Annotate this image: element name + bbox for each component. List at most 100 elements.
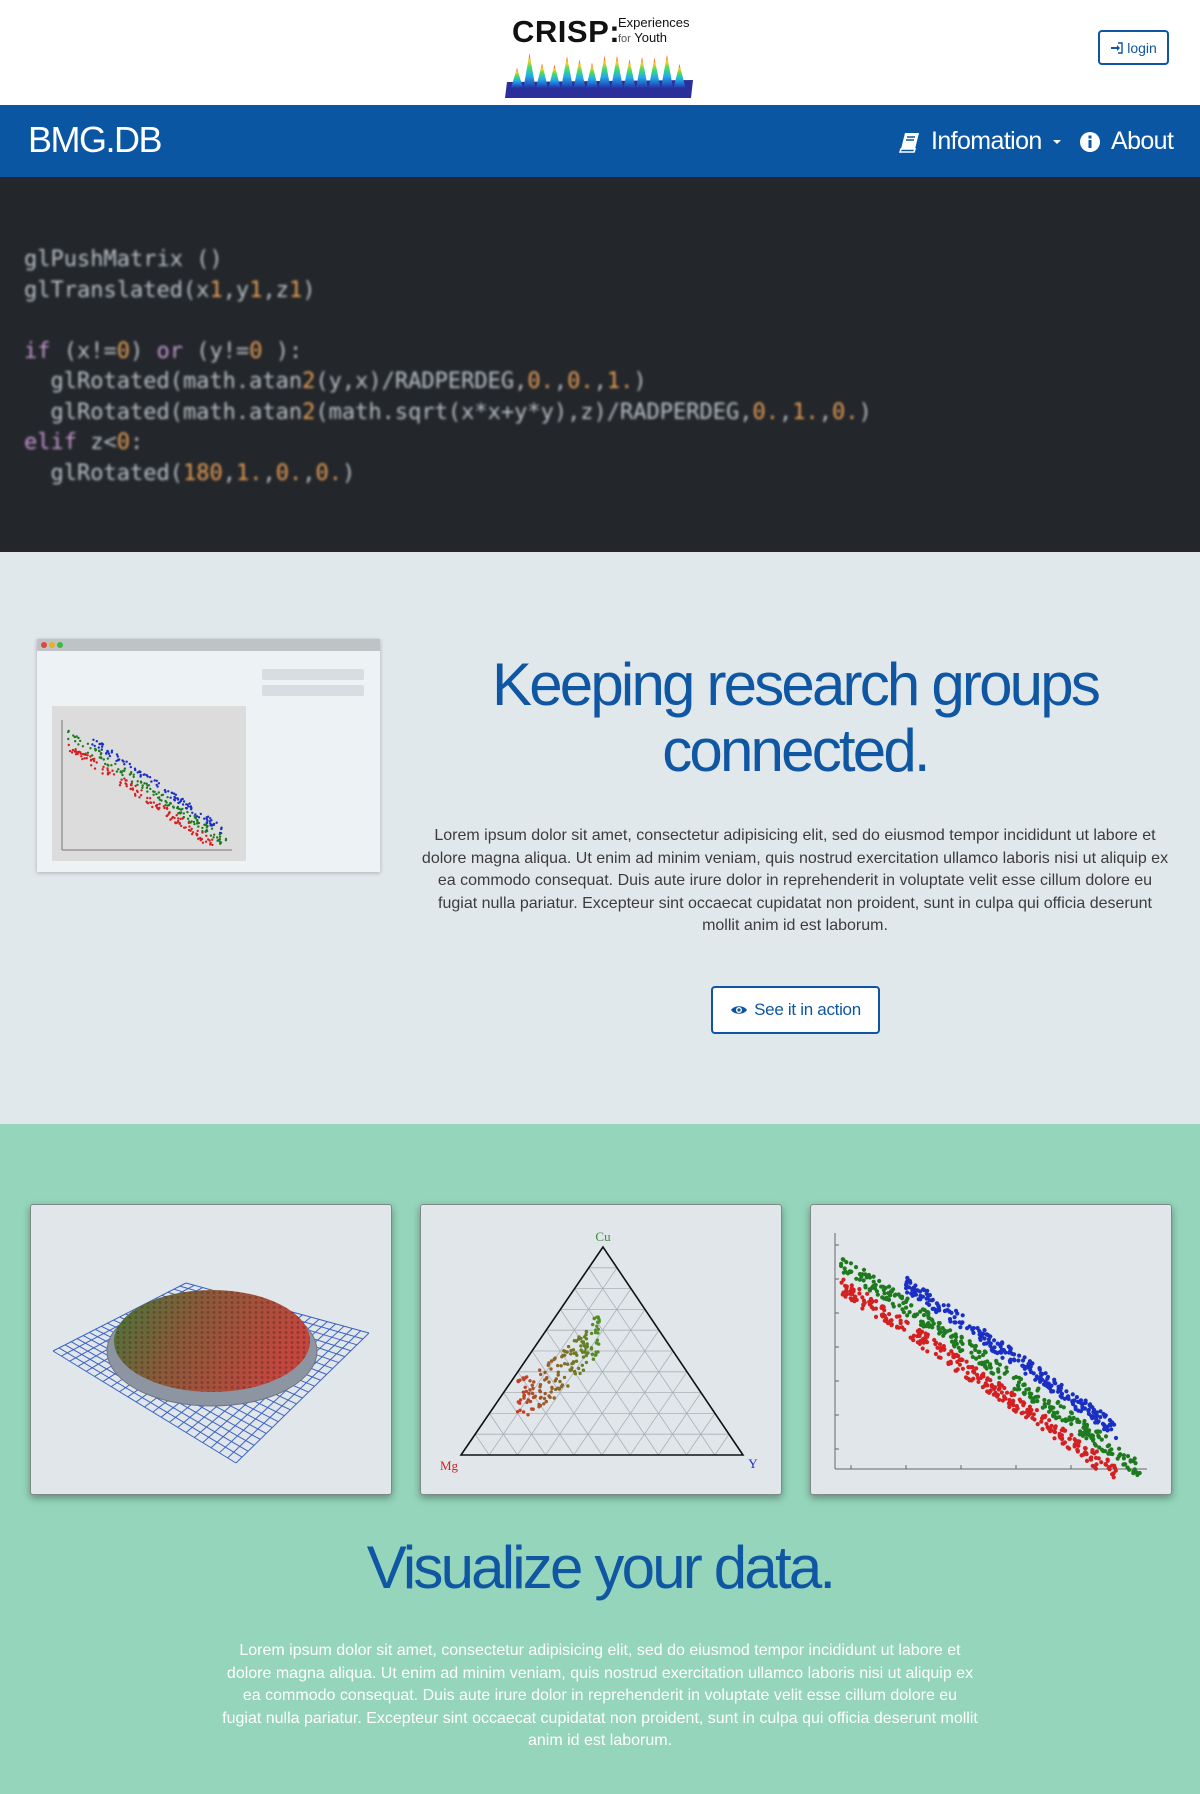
- data-point: [1033, 1377, 1038, 1382]
- data-point: [882, 1313, 887, 1318]
- logo-spike: [636, 57, 648, 88]
- data-point: [565, 1362, 570, 1366]
- data-point: [108, 754, 112, 758]
- data-point: [563, 1353, 567, 1357]
- data-point: [597, 1320, 601, 1324]
- data-point: [199, 839, 202, 842]
- data-point: [134, 794, 137, 797]
- data-point: [979, 1360, 984, 1365]
- crisp-logo[interactable]: CRISP: Experiences for Youth: [505, 10, 695, 100]
- data-point: [963, 1375, 969, 1380]
- data-point: [1082, 1446, 1088, 1451]
- data-point: [70, 751, 74, 754]
- data-point: [973, 1343, 978, 1349]
- data-point: [593, 1353, 598, 1357]
- data-point: [149, 801, 153, 804]
- data-point: [136, 790, 139, 794]
- data-point: [528, 1388, 532, 1392]
- ternary-grid-line: [588, 1267, 716, 1456]
- data-point: [1037, 1366, 1042, 1371]
- data-point: [925, 1295, 930, 1300]
- data-point: [162, 805, 165, 808]
- data-point: [102, 758, 105, 761]
- data-point: [182, 800, 186, 803]
- data-point: [199, 812, 202, 816]
- data-point: [985, 1359, 990, 1364]
- data-point: [1091, 1438, 1096, 1443]
- data-point: [547, 1380, 551, 1384]
- data-point: [74, 753, 78, 756]
- data-point: [218, 835, 222, 838]
- data-point: [110, 749, 114, 752]
- data-point: [174, 793, 178, 796]
- data-point: [530, 1391, 535, 1396]
- data-point: [99, 756, 103, 759]
- data-point: [1067, 1436, 1072, 1441]
- data-point: [211, 838, 214, 841]
- data-point: [183, 826, 186, 829]
- nav-item-about[interactable]: About: [1079, 127, 1174, 156]
- data-point: [994, 1358, 999, 1363]
- data-point: [549, 1390, 553, 1394]
- data-point: [854, 1276, 859, 1281]
- data-point: [156, 807, 159, 810]
- data-point: [107, 752, 111, 755]
- nav-item-information[interactable]: Infomation: [899, 127, 1062, 156]
- data-point: [864, 1275, 869, 1280]
- data-point: [1103, 1434, 1109, 1439]
- data-point: [921, 1287, 926, 1292]
- ternary-plot-card[interactable]: Cu Mg Y: [420, 1204, 782, 1495]
- data-point: [557, 1387, 562, 1391]
- data-point: [178, 812, 181, 815]
- data-point: [1084, 1458, 1090, 1463]
- data-point: [118, 784, 122, 787]
- data-point: [921, 1313, 927, 1318]
- data-point: [871, 1279, 876, 1284]
- data-point: [556, 1373, 560, 1377]
- logo-spike: [661, 54, 673, 88]
- wafer-3d-card[interactable]: [30, 1204, 392, 1495]
- data-point: [89, 755, 92, 758]
- code-line: glRotated(math.atan2(math.sqrt(x*x+y*y),…: [24, 399, 872, 425]
- data-point: [1058, 1435, 1063, 1440]
- data-point: [595, 1338, 600, 1342]
- data-point: [589, 1346, 594, 1350]
- data-point: [937, 1342, 943, 1347]
- data-point: [107, 764, 110, 767]
- scatter-plot-card[interactable]: [810, 1204, 1172, 1495]
- login-button[interactable]: login: [1098, 30, 1169, 65]
- data-point: [1038, 1371, 1043, 1376]
- data-point: [890, 1301, 895, 1306]
- preview-scatter-plot: [52, 706, 246, 861]
- data-point: [220, 827, 223, 831]
- app-preview-image: [37, 639, 380, 872]
- data-point: [1055, 1400, 1060, 1405]
- data-point: [95, 740, 98, 743]
- data-point: [579, 1348, 583, 1352]
- data-point: [867, 1288, 873, 1293]
- data-point: [164, 799, 167, 803]
- data-point: [188, 814, 192, 818]
- data-point: [1093, 1420, 1098, 1425]
- data-point: [857, 1291, 862, 1296]
- data-point: [854, 1297, 859, 1303]
- data-point: [946, 1303, 951, 1308]
- data-point: [204, 840, 208, 843]
- data-point: [111, 769, 114, 772]
- see-it-in-action-button[interactable]: See it in action: [711, 986, 880, 1034]
- data-point: [1101, 1449, 1106, 1454]
- brand-title[interactable]: BMG.DB: [28, 119, 163, 161]
- logo-spectrum-graphic: [505, 53, 693, 98]
- data-point: [937, 1321, 942, 1326]
- data-point: [532, 1380, 536, 1384]
- data-point: [539, 1372, 543, 1377]
- data-point: [953, 1368, 958, 1373]
- data-point: [178, 822, 181, 826]
- data-point: [1014, 1404, 1019, 1409]
- data-point: [1098, 1415, 1103, 1420]
- data-point: [177, 817, 180, 820]
- data-point: [1031, 1399, 1036, 1404]
- data-point: [960, 1357, 965, 1362]
- data-point: [1097, 1445, 1102, 1450]
- data-point: [1073, 1407, 1078, 1412]
